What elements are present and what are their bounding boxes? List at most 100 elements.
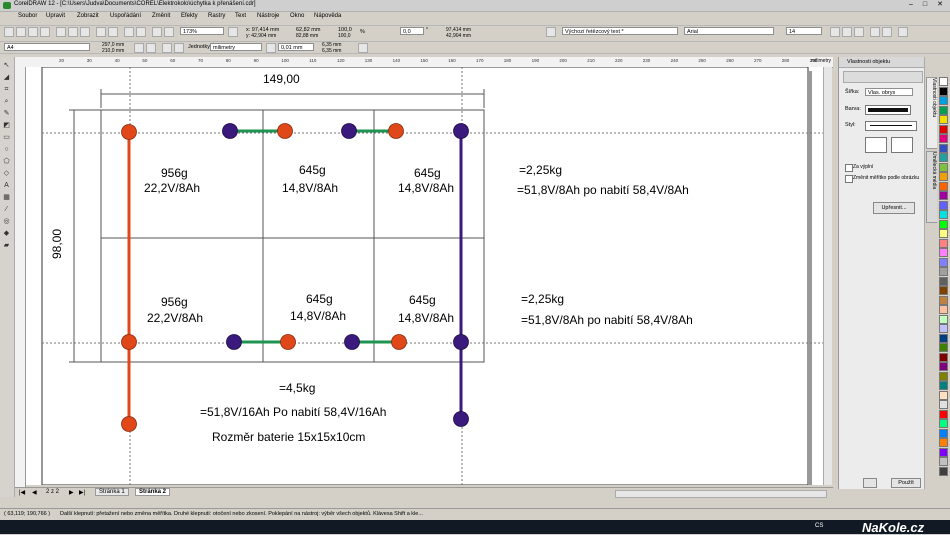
tab-page-1[interactable]: Stránka 1 xyxy=(95,488,129,496)
menu-napoveda[interactable]: Nápověda xyxy=(314,13,341,19)
cell-4-mass[interactable]: 956g xyxy=(161,295,188,309)
outline-style-select[interactable] xyxy=(865,121,917,131)
page-height[interactable]: 210,0 mm xyxy=(102,48,124,54)
total-info[interactable]: =51,8V/16Ah Po nabití 58,4V/16Ah xyxy=(200,405,386,419)
drawing-canvas[interactable]: 149,00 98,00 956g 22,2V/8Ah 645g 14,8V/8… xyxy=(26,67,832,485)
color-swatch[interactable] xyxy=(939,381,948,390)
current-page-icon[interactable] xyxy=(174,43,184,53)
eyedropper-icon[interactable]: ⁄ xyxy=(2,205,11,214)
outline-width-select[interactable]: Vlas. obrys xyxy=(865,88,913,96)
nudge-input[interactable]: 0,01 mm xyxy=(278,43,314,51)
menu-usporadani[interactable]: Uspořádání xyxy=(110,13,141,19)
height-dimension-text[interactable]: 98,00 xyxy=(50,229,64,259)
interactive-blend-icon[interactable]: ▦ xyxy=(2,193,11,202)
paper-select[interactable]: A4 xyxy=(4,43,90,51)
color-swatch[interactable] xyxy=(939,238,948,248)
zoom-tool-icon[interactable]: ⌕ xyxy=(2,97,11,106)
text-tool-icon[interactable]: A xyxy=(2,181,11,190)
text-style-icon[interactable] xyxy=(546,27,556,37)
color-swatch[interactable] xyxy=(939,400,948,409)
basic-shapes-icon[interactable]: ◇ xyxy=(2,169,11,178)
menu-soubor[interactable]: Soubor xyxy=(18,13,37,19)
print-icon[interactable] xyxy=(40,27,50,37)
color-swatch[interactable] xyxy=(939,466,948,476)
interactive-fill-icon[interactable]: ▰ xyxy=(2,241,11,250)
freehand-tool-icon[interactable]: ✎ xyxy=(2,109,11,118)
color-swatch[interactable] xyxy=(939,219,948,229)
maximize-button[interactable]: □ xyxy=(920,1,930,9)
align-icon[interactable] xyxy=(870,27,880,37)
width-dimension-text[interactable]: 149,00 xyxy=(263,72,300,86)
cell-6-mass[interactable]: 645g xyxy=(409,293,436,307)
treat-as-filled-icon[interactable] xyxy=(358,43,368,53)
color-swatch[interactable] xyxy=(939,362,948,371)
export-icon[interactable] xyxy=(136,27,146,37)
horizontal-scrollbar[interactable] xyxy=(615,490,827,498)
cell-6-volt[interactable]: 14,8V/8Ah xyxy=(398,311,454,325)
scale-h[interactable]: 100,0 xyxy=(338,33,351,39)
font-size-select[interactable]: 14 xyxy=(786,27,822,35)
total-mass[interactable]: =4,5kg xyxy=(279,381,315,395)
menu-nastroje[interactable]: Nástroje xyxy=(257,13,279,19)
color-swatch[interactable] xyxy=(939,181,948,191)
open-icon[interactable] xyxy=(16,27,26,37)
undo-icon[interactable] xyxy=(96,27,106,37)
scale-with-image-checkbox[interactable] xyxy=(845,175,853,183)
cell-2-mass[interactable]: 645g xyxy=(299,163,326,177)
color-swatch[interactable] xyxy=(939,314,948,324)
menu-text[interactable]: Text xyxy=(235,13,246,19)
underline-icon[interactable] xyxy=(854,27,864,37)
color-swatch[interactable] xyxy=(939,324,948,333)
first-page-icon[interactable]: |◀ xyxy=(19,489,25,496)
behind-fill-checkbox[interactable] xyxy=(845,164,853,172)
color-swatch[interactable] xyxy=(939,248,948,257)
import-icon[interactable] xyxy=(124,27,134,37)
paste-icon[interactable] xyxy=(80,27,90,37)
apply-button[interactable]: Použít xyxy=(891,478,921,488)
start-arrow-select[interactable] xyxy=(865,137,887,153)
color-swatch[interactable] xyxy=(939,191,948,200)
end-arrow-select[interactable] xyxy=(891,137,913,153)
color-swatch[interactable] xyxy=(939,428,948,438)
save-icon[interactable] xyxy=(28,27,38,37)
color-swatch[interactable] xyxy=(939,343,948,352)
crop-tool-icon[interactable]: ⌗ xyxy=(2,85,11,94)
prev-page-icon[interactable]: ◀ xyxy=(32,489,37,496)
color-swatch[interactable] xyxy=(939,172,948,181)
color-swatch[interactable] xyxy=(939,267,948,276)
cell-4-volt[interactable]: 22,2V/8Ah xyxy=(147,311,203,325)
last-page-icon[interactable]: ▶| xyxy=(79,489,85,496)
new-icon[interactable] xyxy=(4,27,14,37)
row-2-total[interactable]: =2,25kg xyxy=(521,292,564,306)
pick-tool-icon[interactable]: ↖ xyxy=(2,61,11,70)
corel-online-icon[interactable] xyxy=(164,27,174,37)
menu-okno[interactable]: Okno xyxy=(290,13,304,19)
color-swatch[interactable] xyxy=(939,257,948,267)
all-pages-icon[interactable] xyxy=(162,43,172,53)
menu-zobrazit[interactable]: Zobrazit xyxy=(77,13,99,19)
landscape-icon[interactable] xyxy=(146,43,156,53)
fill-tool-icon[interactable]: ◆ xyxy=(2,229,11,238)
color-swatch[interactable] xyxy=(939,457,948,466)
menu-rastry[interactable]: Rastry xyxy=(208,13,225,19)
color-swatch[interactable] xyxy=(939,419,948,428)
color-swatch[interactable] xyxy=(939,153,948,162)
polygon-tool-icon[interactable]: ⬠ xyxy=(2,157,11,166)
color-swatch[interactable] xyxy=(939,200,948,210)
color-swatch[interactable] xyxy=(939,447,948,457)
color-swatch[interactable] xyxy=(939,333,948,343)
color-swatch[interactable] xyxy=(939,162,948,172)
advanced-button[interactable]: Upřesnit... xyxy=(873,202,915,214)
color-swatch[interactable] xyxy=(939,305,948,314)
smart-fill-icon[interactable]: ◩ xyxy=(2,121,11,130)
cell-5-mass[interactable]: 645g xyxy=(306,292,333,306)
color-swatch[interactable] xyxy=(939,438,948,447)
size-h[interactable]: 82,88 mm xyxy=(296,33,318,39)
portrait-icon[interactable] xyxy=(134,43,144,53)
color-swatch[interactable] xyxy=(939,409,948,419)
color-swatch[interactable] xyxy=(939,105,948,115)
zoom-select[interactable]: 173% xyxy=(180,27,224,35)
color-swatch[interactable] xyxy=(939,115,948,124)
cell-1-mass[interactable]: 956g xyxy=(161,166,188,180)
cell-1-volt[interactable]: 22,2V/8Ah xyxy=(144,181,200,195)
